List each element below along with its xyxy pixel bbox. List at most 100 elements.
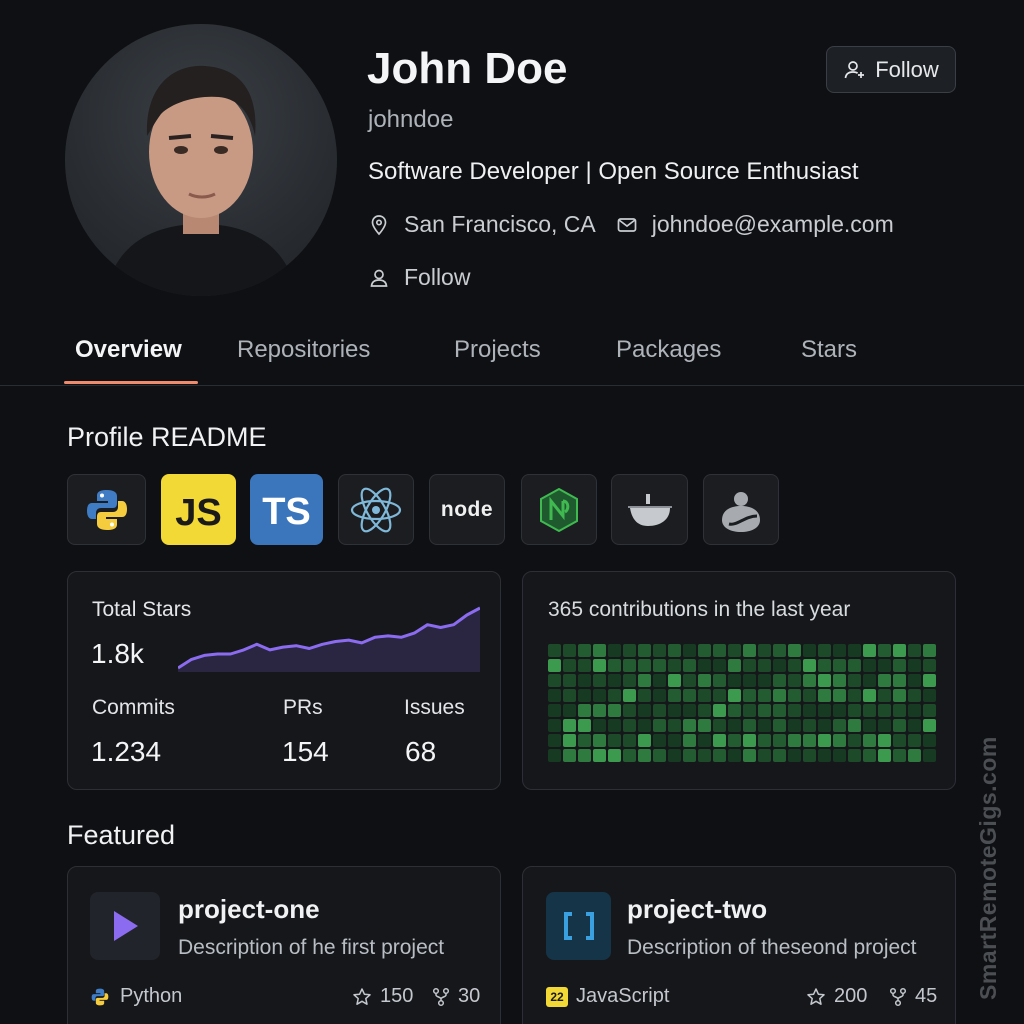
contribution-day	[863, 719, 876, 732]
contribution-day	[623, 719, 636, 732]
repo-stars[interactable]: 200	[806, 985, 867, 1008]
contribution-day	[743, 719, 756, 732]
contribution-day	[638, 659, 651, 672]
contribution-day	[878, 749, 891, 762]
follow-button[interactable]: Follow	[826, 46, 956, 93]
contribution-day	[623, 689, 636, 702]
follow-button-label: Follow	[875, 56, 939, 82]
project-two-icon	[546, 892, 611, 960]
follow-link[interactable]: Follow	[368, 264, 470, 291]
contribution-day	[548, 689, 561, 702]
repo-forks-count: 45	[915, 985, 938, 1007]
repo-stars[interactable]: 150	[352, 985, 413, 1008]
contribution-day	[623, 749, 636, 762]
contribution-graph	[548, 644, 936, 762]
contribution-day	[893, 734, 906, 747]
commits-label: Commits	[92, 696, 175, 719]
contribution-day	[548, 719, 561, 732]
readme-title: Profile README	[67, 422, 267, 452]
contribution-day	[818, 734, 831, 747]
contribution-day	[773, 734, 786, 747]
contribution-day	[743, 674, 756, 687]
contribution-day	[653, 719, 666, 732]
contribution-day	[878, 719, 891, 732]
contribution-day	[608, 734, 621, 747]
repo-description: Description of theseond project	[627, 936, 917, 959]
repo-language-label: Python	[120, 985, 183, 1007]
contribution-day	[608, 674, 621, 687]
contribution-day	[698, 734, 711, 747]
javascript-icon-text: JS	[175, 492, 222, 534]
contribution-day	[893, 689, 906, 702]
contribution-day	[578, 674, 591, 687]
repo-forks[interactable]: 30	[432, 985, 480, 1008]
repo-name[interactable]: project-one	[178, 894, 320, 925]
fork-icon	[889, 987, 907, 1007]
contribution-day	[878, 734, 891, 747]
tab-overview[interactable]: Overview	[75, 336, 182, 364]
contribution-day	[593, 704, 606, 717]
contribution-day	[923, 719, 936, 732]
contribution-day	[668, 719, 681, 732]
tab-stars[interactable]: Stars	[801, 336, 857, 364]
contribution-day	[638, 719, 651, 732]
contribution-day	[593, 644, 606, 657]
profile-location: San Francisco, CA	[404, 211, 596, 237]
repo-forks-count: 30	[458, 985, 481, 1007]
profile-email[interactable]: johndoe@example.com	[652, 211, 894, 238]
contribution-day	[893, 704, 906, 717]
contribution-day	[833, 689, 846, 702]
tab-repositories[interactable]: Repositories	[237, 336, 370, 364]
contribution-day	[563, 644, 576, 657]
contribution-day	[923, 644, 936, 657]
prs-label: PRs	[283, 696, 323, 719]
contribution-day	[713, 659, 726, 672]
contribution-day	[653, 734, 666, 747]
repo-forks[interactable]: 45	[889, 985, 937, 1008]
contribution-day	[683, 674, 696, 687]
profile-bio: Software Developer | Open Source Enthusi…	[368, 158, 859, 185]
contribution-day	[803, 674, 816, 687]
contribution-day	[773, 749, 786, 762]
contribution-day	[773, 644, 786, 657]
contribution-day	[923, 689, 936, 702]
tab-projects[interactable]: Projects	[454, 336, 541, 364]
contribution-day	[698, 704, 711, 717]
repo-stars-count: 200	[834, 985, 868, 1007]
contribution-day	[728, 689, 741, 702]
contribution-day	[638, 749, 651, 762]
contribution-day	[578, 689, 591, 702]
contribution-day	[758, 734, 771, 747]
contribution-day	[818, 689, 831, 702]
contribution-day	[833, 644, 846, 657]
repo-card-project-two[interactable]: project-two Description of theseond proj…	[522, 866, 956, 1024]
contribution-day	[758, 749, 771, 762]
tab-packages[interactable]: Packages	[616, 336, 721, 364]
repo-name[interactable]: project-two	[627, 894, 767, 925]
contribution-day	[773, 689, 786, 702]
contribution-day	[908, 704, 921, 717]
profile-tabs: Overview Repositories Projects Packages …	[0, 330, 1024, 386]
python-lang-icon	[90, 987, 110, 1007]
contribution-day	[563, 689, 576, 702]
contribution-day	[548, 734, 561, 747]
contribution-day	[668, 689, 681, 702]
contribution-day	[878, 704, 891, 717]
contribution-day	[638, 734, 651, 747]
contribution-day	[848, 659, 861, 672]
contribution-day	[713, 674, 726, 687]
contribution-day	[563, 749, 576, 762]
contribution-day	[908, 734, 921, 747]
repo-card-project-one[interactable]: project-one Description of he first proj…	[67, 866, 501, 1024]
contribution-day	[683, 659, 696, 672]
contribution-day	[833, 659, 846, 672]
follow-link-label: Follow	[404, 264, 471, 290]
contribution-day	[578, 704, 591, 717]
contribution-day	[698, 689, 711, 702]
contribution-day	[773, 659, 786, 672]
contribution-day	[818, 749, 831, 762]
avatar	[65, 24, 337, 296]
contribution-day	[878, 674, 891, 687]
profile-meta: San Francisco, CA johndoe@example.com	[368, 211, 894, 238]
contribution-day	[818, 644, 831, 657]
